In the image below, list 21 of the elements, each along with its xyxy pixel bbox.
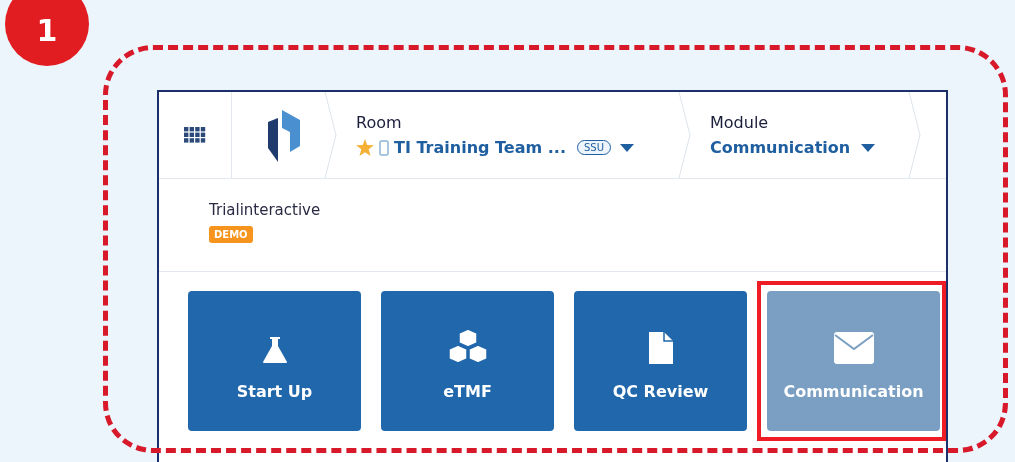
step-number-badge: 1 — [5, 0, 89, 66]
room-type-tag: SSU — [576, 140, 611, 155]
caret-icon[interactable] — [620, 143, 634, 152]
organization-name: Trialinteractive — [209, 201, 322, 219]
room-label: Room — [356, 113, 403, 132]
cubes-icon — [446, 328, 489, 364]
phone-icon — [379, 139, 389, 156]
logo-icon — [266, 108, 302, 162]
star-icon[interactable] — [356, 139, 374, 156]
room-name[interactable]: TI Training Team ... — [394, 138, 566, 157]
app-grid-icon[interactable] — [184, 127, 206, 143]
module-name[interactable]: Communication — [710, 138, 851, 157]
demo-badge: DEMO — [209, 226, 253, 243]
module-tile[interactable]: Start Up — [188, 291, 361, 431]
module-label: Module — [710, 113, 770, 132]
document-icon — [648, 332, 673, 364]
flask-icon — [261, 336, 288, 364]
envelope-icon — [833, 332, 874, 364]
caret-icon[interactable] — [861, 143, 876, 152]
module-tile[interactable]: eTMF — [381, 291, 554, 431]
module-tile[interactable]: QC Review — [574, 291, 747, 431]
